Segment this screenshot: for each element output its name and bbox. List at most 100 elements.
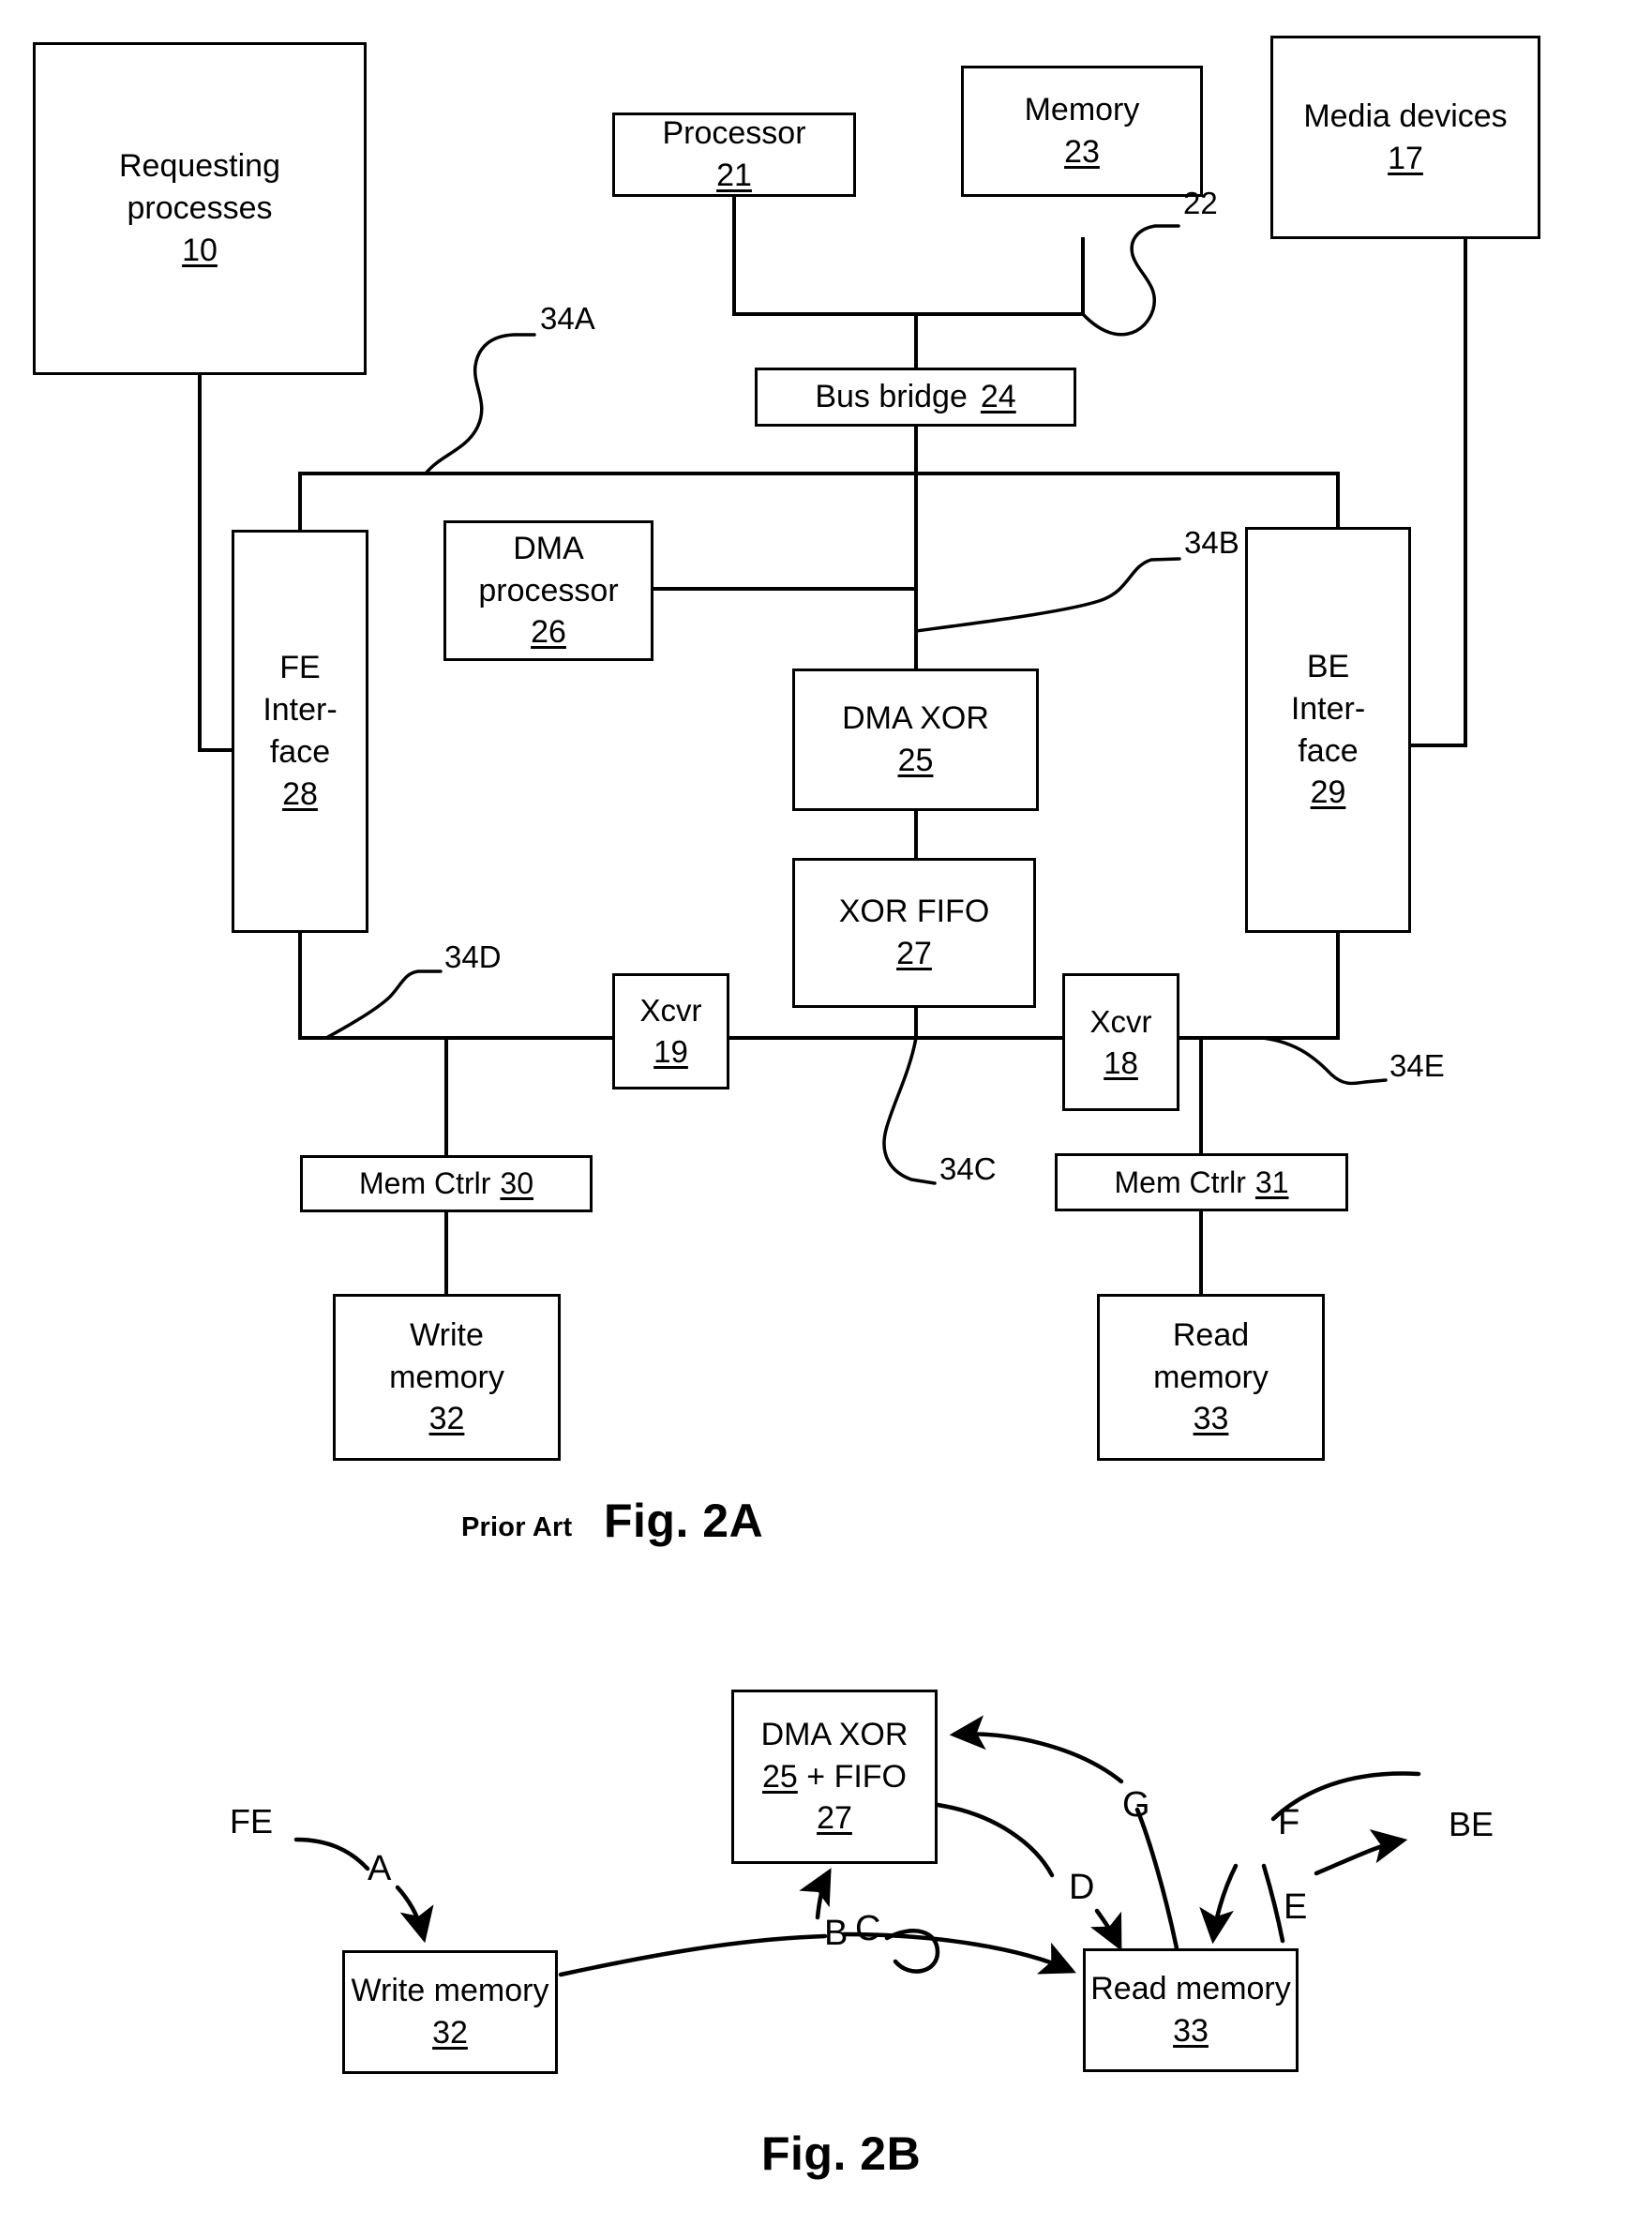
block-media-devices[interactable]: Media devices 17: [1270, 36, 1540, 239]
leader-label-22: 22: [1183, 186, 1218, 220]
block-be-interface[interactable]: BE Inter- face 29: [1245, 527, 1411, 933]
block-label-line1: Requesting: [118, 148, 280, 185]
block-label-line1: DMA: [513, 530, 584, 566]
block-label-line1: Write memory: [351, 1973, 549, 2009]
leader-label-34a: 34A: [540, 301, 595, 336]
flow-g-tail-lower: [1134, 1807, 1179, 1951]
block-label-line3: face: [269, 734, 331, 770]
leader-line-22: [1081, 224, 1180, 337]
block-ref-numeral: 25: [897, 743, 934, 778]
block-label-line2: processes: [127, 190, 273, 227]
block-fe-interface[interactable]: FE Inter- face 28: [232, 530, 368, 933]
block-label-line1: Memory: [1024, 92, 1140, 128]
block-label-line1: Xcvr: [639, 993, 702, 1029]
block-processor[interactable]: Processor 21: [612, 113, 856, 197]
block-mem-ctrlr-30[interactable]: Mem Ctrlr 30: [300, 1155, 593, 1212]
block-requesting-processes[interactable]: Requesting processes 10: [33, 42, 367, 375]
block-label-line1: Bus bridge: [815, 379, 968, 415]
flow-e-tail: [1261, 1863, 1285, 1944]
flow-arrow-e: [1314, 1829, 1408, 1876]
leader-line-34a: [424, 333, 536, 475]
flow-d-tail: [935, 1802, 1055, 1878]
fig2b-flow-label-c: C: [855, 1909, 881, 1948]
block-ref-numeral: 28: [282, 775, 318, 812]
leader-line-34d: [324, 969, 443, 1040]
flow-arrow-a: [395, 1885, 434, 1944]
block-label-line1: Processor: [662, 115, 806, 152]
block-mem-ctrlr-31[interactable]: Mem Ctrlr 31: [1055, 1153, 1348, 1211]
block-ref-numeral: 32: [432, 2015, 468, 2051]
fig2b-block-write-memory[interactable]: Write memory 32: [342, 1950, 558, 2074]
fig2b-port-label-be: BE: [1449, 1805, 1494, 1843]
fig2b-flow-label-d: D: [1069, 1868, 1095, 1907]
wire-media-to-be: [1409, 237, 1467, 747]
block-memory[interactable]: Memory 23: [961, 66, 1203, 197]
block-label-line1: DMA XOR: [842, 700, 989, 737]
block-ref-numeral: 32: [428, 1401, 465, 1437]
block-label-line2: memory: [389, 1359, 504, 1395]
figure-caption-2b: Fig. 2B: [761, 2127, 922, 2180]
block-ref-numeral: 10: [182, 232, 218, 268]
block-label-line1: XOR FIFO: [838, 894, 990, 930]
fig2b-flow-label-f: F: [1278, 1803, 1300, 1842]
block-label-fifo: + FIFO: [806, 1758, 907, 1795]
block-label-line1: DMA XOR: [760, 1716, 909, 1752]
block-ref-numeral: 30: [500, 1166, 533, 1201]
fig2b-flow-label-b: B: [824, 1914, 849, 1953]
block-label-line1: Xcvr: [1089, 1003, 1152, 1039]
block-ref-numeral: 29: [1310, 774, 1346, 811]
block-label-line1: Mem Ctrlr: [1114, 1165, 1246, 1199]
flow-b-hop: [884, 1929, 940, 1974]
leader-label-34b: 34B: [1184, 525, 1239, 560]
block-xcvr-19[interactable]: Xcvr 19: [612, 973, 729, 1089]
flow-b-left: [558, 1933, 828, 1977]
block-label-line2: Inter-: [263, 692, 338, 729]
flow-arrow-g: [949, 1715, 1124, 1784]
figure-caption-2a: Fig. 2A: [604, 1495, 764, 1547]
leader-line-34c: [882, 1036, 937, 1185]
block-ref-numeral-25: 25: [761, 1758, 798, 1795]
wire-cpu-mem-bus: [732, 195, 1085, 316]
block-ref-numeral: 33: [1193, 1401, 1229, 1437]
fig2b-flow-label-a: A: [368, 1849, 392, 1888]
block-label-line1: Media devices: [1303, 98, 1508, 134]
fig2b-block-read-memory[interactable]: Read memory 33: [1083, 1948, 1299, 2072]
patent-drawing-sheet: Requesting processes 10 Processor 21 Mem…: [0, 0, 1652, 2239]
block-bus-bridge[interactable]: Bus bridge 24: [755, 368, 1076, 427]
leader-line-34e: [1261, 1036, 1388, 1086]
block-write-memory[interactable]: Write memory 32: [333, 1294, 561, 1461]
fig2b-port-label-fe: FE: [230, 1802, 274, 1841]
block-label-line3: face: [1298, 732, 1359, 769]
block-read-memory[interactable]: Read memory 33: [1097, 1294, 1325, 1461]
block-label-line1: Mem Ctrlr: [358, 1166, 491, 1201]
block-dma-xor[interactable]: DMA XOR 25: [792, 669, 1039, 811]
block-ref-numeral: 26: [531, 614, 566, 651]
flow-arrow-c: [799, 1868, 832, 1920]
fig2b-flow-label-e: E: [1284, 1887, 1308, 1927]
block-xcvr-18[interactable]: Xcvr 18: [1062, 973, 1179, 1111]
block-ref-numeral: 27: [896, 936, 932, 971]
block-label-line1: Write: [410, 1316, 484, 1353]
block-ref-numeral: 21: [716, 158, 752, 193]
block-label-line2: memory: [1153, 1359, 1269, 1395]
block-label-line1: BE: [1306, 648, 1350, 684]
flow-arrow-d: [1090, 1908, 1122, 1951]
block-label-line2: Inter-: [1290, 690, 1366, 727]
block-label-line1: Read: [1172, 1316, 1250, 1353]
block-ref-numeral: 23: [1064, 134, 1100, 170]
block-ref-numeral: 24: [980, 379, 1016, 415]
flow-arrow-f: [1199, 1863, 1239, 1945]
block-ref-numeral: 18: [1104, 1044, 1138, 1080]
leader-line-34b: [914, 557, 1181, 633]
wire-requesting-to-fe: [198, 373, 233, 752]
leader-label-34e: 34E: [1389, 1048, 1445, 1083]
flow-fe-tail: [293, 1837, 370, 1871]
fig2b-block-dma-xor-fifo[interactable]: DMA XOR 25 + FIFO 27: [731, 1690, 938, 1864]
block-ref-numeral: 31: [1254, 1165, 1289, 1199]
prior-art-label: Prior Art: [461, 1512, 573, 1542]
block-xor-fifo[interactable]: XOR FIFO 27: [792, 858, 1036, 1008]
block-label-line2: 25 + FIFO: [762, 1756, 907, 1798]
block-label-line1: FE: [279, 650, 321, 686]
leader-label-34c: 34C: [939, 1151, 997, 1186]
block-dma-processor[interactable]: DMA processor 26: [443, 520, 653, 661]
